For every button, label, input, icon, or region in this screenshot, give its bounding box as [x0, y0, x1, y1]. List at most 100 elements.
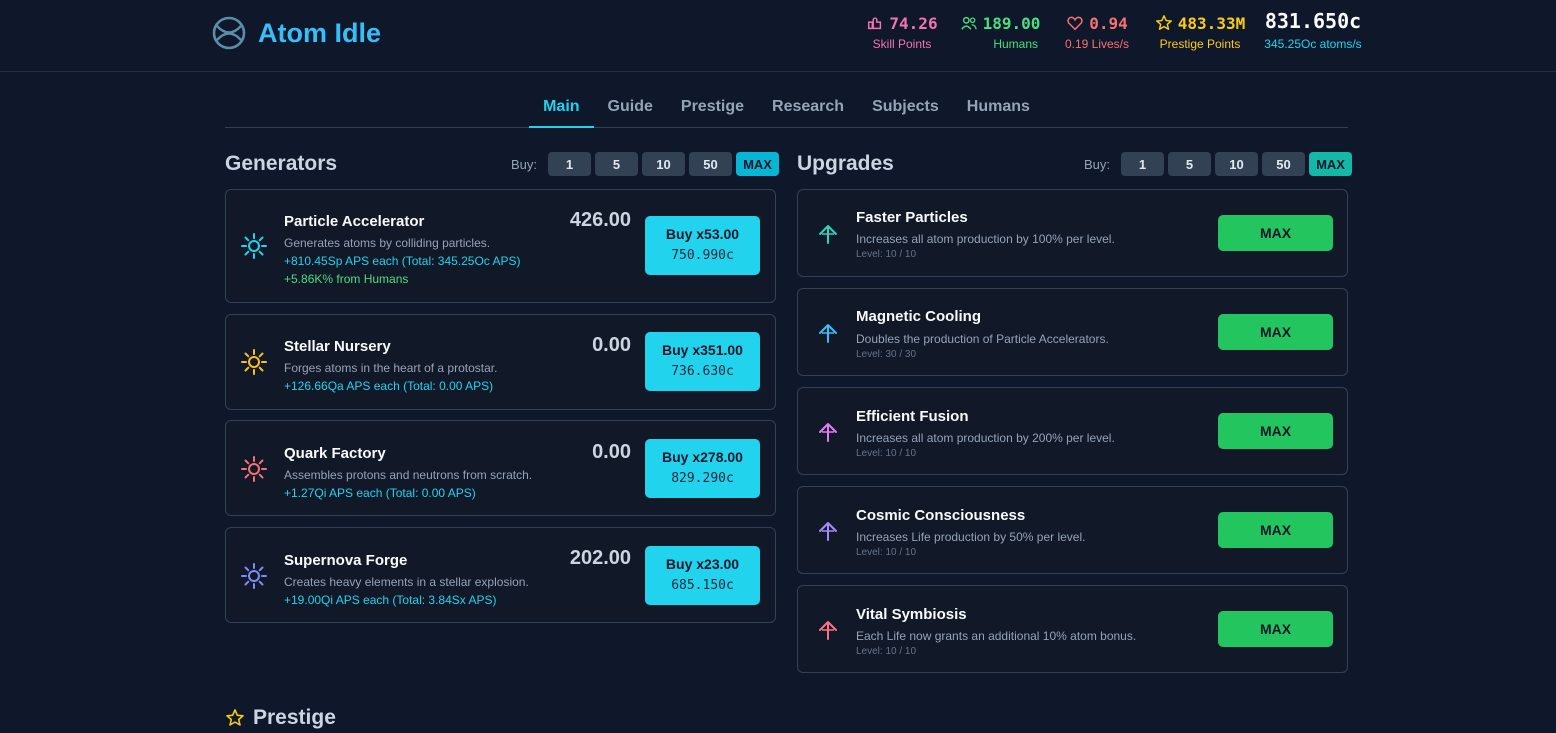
- upgrade-level: Level: 10 / 10: [856, 547, 917, 558]
- buy-quark-factory-button[interactable]: Buy x278.00 829.290c: [645, 439, 760, 498]
- sun-icon: [241, 233, 267, 259]
- buy-cost: 736.630c: [671, 364, 734, 379]
- humans-value: 189.00: [982, 13, 1041, 33]
- up-buy-50-button[interactable]: 50: [1262, 152, 1306, 176]
- upgrade-card-faster-particles: Faster Particles Increases all atom prod…: [797, 189, 1348, 277]
- skill-points-label: Skill Points: [872, 37, 932, 51]
- gen-buy-1-button[interactable]: 1: [548, 152, 592, 176]
- buy-label: Buy:: [1084, 156, 1111, 172]
- generator-count: 0.00: [592, 441, 631, 463]
- lives-rate: 0.19 Lives/s: [1064, 37, 1130, 51]
- generator-aps: +126.66Qa APS each (Total: 0.00 APS): [284, 379, 494, 393]
- tab-guide[interactable]: Guide: [594, 88, 667, 128]
- buy-supernova-forge-button[interactable]: Buy x23.00 685.150c: [645, 546, 760, 605]
- atoms-rate: 345.25Oc atoms/s: [1264, 37, 1362, 51]
- generator-card-supernova-forge: Supernova Forge Creates heavy elements i…: [225, 527, 776, 623]
- generator-name: Quark Factory: [284, 445, 386, 462]
- generator-count: 202.00: [569, 547, 631, 569]
- buy-label: Buy:: [511, 156, 538, 172]
- prestige-value: 483.33M: [1177, 13, 1246, 33]
- buy-particle-accelerator-button[interactable]: Buy x53.00 750.990c: [645, 216, 760, 275]
- generator-card-particle-accelerator: Particle Accelerator Generates atoms by …: [225, 189, 776, 303]
- buy-amount: Buy x278.00: [662, 449, 743, 465]
- tab-subjects[interactable]: Subjects: [858, 88, 953, 128]
- generator-count: 0.00: [592, 334, 631, 356]
- buy-stellar-nursery-button[interactable]: Buy x351.00 736.630c: [645, 332, 760, 391]
- upgrade-desc: Increases all atom production by 200% pe…: [856, 431, 1115, 445]
- upgrades-title: Upgrades: [797, 152, 894, 175]
- upgrade-name: Faster Particles: [856, 209, 968, 226]
- up-buy-1-button[interactable]: 1: [1121, 152, 1165, 176]
- upgrade-max-button[interactable]: MAX: [1218, 215, 1333, 251]
- upgrade-level: Level: 30 / 30: [856, 349, 917, 360]
- tab-prestige[interactable]: Prestige: [667, 88, 758, 128]
- upgrade-name: Efficient Fusion: [856, 408, 969, 425]
- up-buy-10-button[interactable]: 10: [1215, 152, 1259, 176]
- buy-cost: 829.290c: [671, 471, 734, 486]
- upgrade-desc: Increases Life production by 50% per lev…: [856, 530, 1086, 544]
- upgrade-name: Magnetic Cooling: [856, 308, 981, 325]
- humans-label: Humans: [993, 37, 1038, 51]
- users-icon: [960, 16, 977, 30]
- buy-cost: 685.150c: [671, 578, 734, 593]
- star-icon: [226, 709, 244, 726]
- skill-icon: [868, 17, 882, 30]
- upgrade-max-button[interactable]: MAX: [1218, 512, 1333, 548]
- sun-icon: [241, 349, 267, 375]
- upgrade-card-efficient-fusion: Efficient Fusion Increases all atom prod…: [797, 387, 1348, 475]
- generator-desc: Assembles protons and neutrons from scra…: [284, 468, 533, 482]
- atoms-stat: 831.650c 345.25Oc atoms/s: [1258, 9, 1368, 51]
- upgrade-desc: Doubles the production of Particle Accel…: [856, 332, 1109, 346]
- brand: Atom Idle: [211, 15, 381, 51]
- generator-desc: Creates heavy elements in a stellar expl…: [284, 575, 529, 589]
- generator-card-stellar-nursery: Stellar Nursery Forges atoms in the hear…: [225, 314, 776, 410]
- gen-buy-max-button[interactable]: MAX: [736, 152, 780, 176]
- generator-name: Supernova Forge: [284, 552, 408, 569]
- tab-humans[interactable]: Humans: [953, 88, 1044, 128]
- upgrade-level: Level: 10 / 10: [856, 249, 917, 260]
- generator-desc: Generates atoms by colliding particles.: [284, 236, 491, 250]
- lives-value: 0.94: [1089, 13, 1128, 33]
- buy-amount: Buy x351.00: [662, 342, 743, 358]
- arrow-up-icon: [819, 423, 837, 442]
- upgrades-buy-selector: Buy: 1 5 10 50 MAX: [1084, 152, 1353, 176]
- main-tabs: Main Guide Prestige Research Subjects Hu…: [225, 88, 1348, 128]
- generator-aps: +19.00Qi APS each (Total: 3.84Sx APS): [284, 593, 497, 607]
- upgrade-max-button[interactable]: MAX: [1218, 314, 1333, 350]
- arrow-up-icon: [819, 522, 837, 541]
- upgrade-card-cosmic-consciousness: Cosmic Consciousness Increases Life prod…: [797, 486, 1348, 574]
- upgrade-level: Level: 10 / 10: [856, 448, 917, 459]
- generators-buy-selector: Buy: 1 5 10 50 MAX: [511, 152, 780, 176]
- upgrade-name: Vital Symbiosis: [856, 606, 967, 623]
- up-buy-5-button[interactable]: 5: [1168, 152, 1212, 176]
- prestige-section-header: Prestige: [225, 706, 336, 730]
- generator-bonus: +5.86K% from Humans: [284, 272, 409, 286]
- skill-points-value: 74.26: [889, 13, 938, 33]
- upgrade-desc: Increases all atom production by 100% pe…: [856, 232, 1115, 246]
- arrow-up-icon: [819, 225, 837, 244]
- buy-cost: 750.990c: [671, 248, 734, 263]
- upgrade-max-button[interactable]: MAX: [1218, 413, 1333, 449]
- gen-buy-10-button[interactable]: 10: [642, 152, 686, 176]
- heart-icon: [1067, 16, 1083, 31]
- arrow-up-icon: [819, 324, 837, 343]
- upgrade-max-button[interactable]: MAX: [1218, 611, 1333, 647]
- tab-research[interactable]: Research: [758, 88, 858, 128]
- gen-buy-5-button[interactable]: 5: [595, 152, 639, 176]
- prestige-section-title: Prestige: [253, 706, 336, 729]
- generators-title: Generators: [225, 152, 338, 175]
- buy-amount: Buy x23.00: [665, 556, 740, 572]
- generator-card-quark-factory: Quark Factory Assembles protons and neut…: [225, 420, 776, 516]
- arrow-up-icon: [819, 621, 837, 640]
- prestige-stat: 483.33M Prestige Points: [1145, 12, 1255, 51]
- upgrade-name: Cosmic Consciousness: [856, 507, 1026, 524]
- tab-main[interactable]: Main: [529, 88, 594, 128]
- atom-logo-icon: [212, 16, 246, 50]
- humans-stat: 189.00 Humans: [950, 12, 1050, 51]
- generator-name: Stellar Nursery: [284, 338, 391, 355]
- upgrade-level: Level: 10 / 10: [856, 646, 917, 657]
- atoms-value: 831.650c: [1264, 9, 1362, 33]
- upgrade-desc: Each Life now grants an additional 10% a…: [856, 629, 1137, 643]
- up-buy-max-button[interactable]: MAX: [1309, 152, 1353, 176]
- gen-buy-50-button[interactable]: 50: [689, 152, 733, 176]
